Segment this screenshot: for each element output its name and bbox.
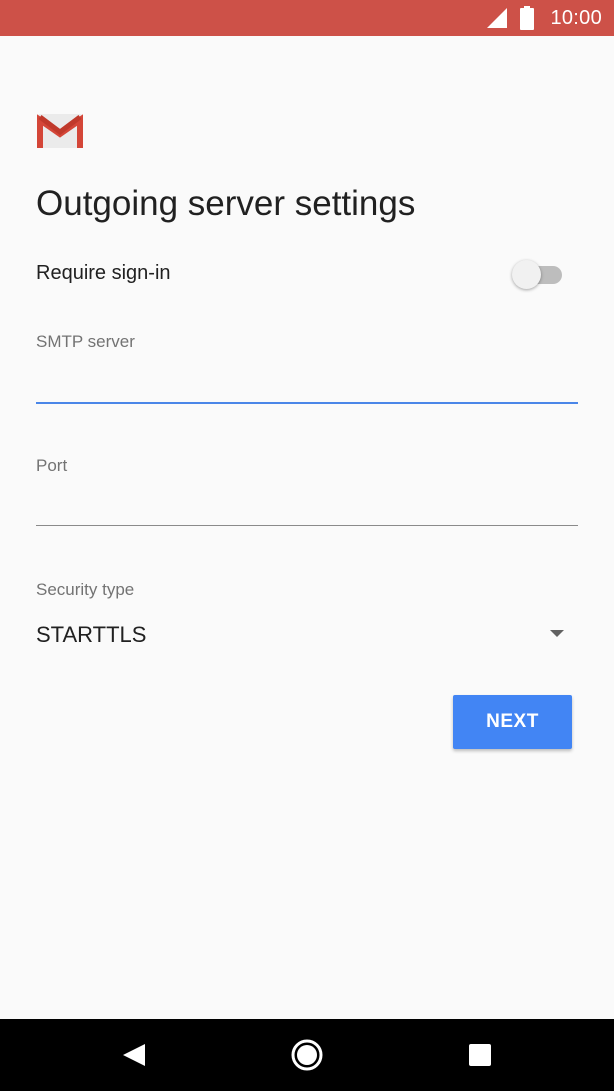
security-type-dropdown[interactable]: STARTTLS	[36, 620, 566, 652]
recents-icon	[469, 1044, 491, 1066]
back-icon	[123, 1044, 145, 1066]
smtp-server-field: SMTP server	[36, 332, 578, 412]
require-signin-toggle[interactable]	[512, 258, 564, 290]
smtp-server-underline	[36, 402, 578, 404]
dropdown-arrow-icon	[550, 630, 564, 637]
port-input[interactable]	[36, 486, 578, 520]
smtp-server-input[interactable]	[36, 362, 578, 396]
status-icons: 10:00	[486, 0, 602, 36]
require-signin-label: Require sign-in	[36, 262, 171, 284]
security-type-label: Security type	[36, 580, 135, 599]
toggle-thumb[interactable]	[512, 260, 541, 289]
security-type-value: STARTTLS	[36, 622, 147, 647]
navigation-bar	[0, 1019, 614, 1091]
status-clock: 10:00	[550, 6, 602, 29]
port-label: Port	[36, 456, 68, 475]
require-signin-row[interactable]: Require sign-in	[36, 256, 566, 292]
signal-icon	[487, 8, 508, 28]
port-underline	[36, 525, 578, 526]
recents-button[interactable]	[458, 1033, 502, 1077]
status-bar: 10:00	[0, 0, 614, 36]
security-type-field: Security type STARTTLS	[36, 580, 566, 660]
next-button[interactable]: NEXT	[453, 695, 572, 749]
port-field: Port	[36, 456, 578, 536]
home-icon	[291, 1039, 323, 1071]
gmail-logo-icon	[37, 114, 83, 148]
smtp-server-label: SMTP server	[36, 332, 135, 351]
back-button[interactable]	[112, 1033, 156, 1077]
page-title: Outgoing server settings	[36, 184, 416, 223]
home-button[interactable]	[285, 1033, 329, 1077]
battery-icon	[520, 6, 535, 30]
